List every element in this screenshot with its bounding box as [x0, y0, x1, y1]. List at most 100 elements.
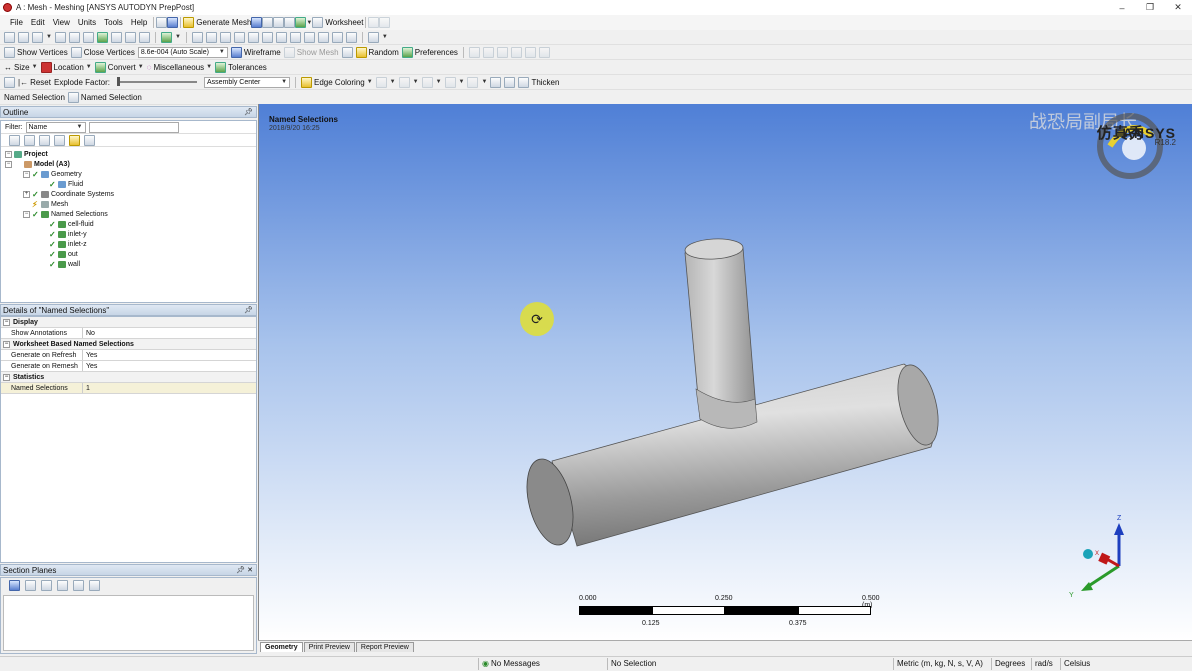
select-icon[interactable]: [167, 17, 179, 28]
miscellaneous-button[interactable]: ◌ Miscellaneous ▼: [147, 63, 212, 72]
details-row-show-annotations[interactable]: Show Annotations No: [1, 328, 256, 339]
edge-style1-icon[interactable]: [375, 76, 387, 88]
tab-geometry[interactable]: Geometry: [260, 642, 303, 652]
details-row-generate-on-remesh[interactable]: Generate on Remesh Yes: [1, 361, 256, 372]
named-selection-button[interactable]: Named Selection: [67, 91, 142, 103]
random-button[interactable]: Random: [355, 46, 399, 58]
extend-icon[interactable]: [110, 31, 122, 43]
menu-units[interactable]: Units: [74, 18, 100, 27]
menu-view[interactable]: View: [49, 18, 74, 27]
collapse-toggle[interactable]: −: [5, 150, 12, 158]
step-icon[interactable]: [39, 134, 50, 146]
help-cursor-icon[interactable]: [368, 17, 380, 28]
tree-item-cell-fluid[interactable]: ✓ cell-fluid: [1, 219, 256, 229]
section-planes-list[interactable]: [3, 595, 254, 651]
tolerances-button[interactable]: Tolerances: [215, 61, 267, 73]
zoom-fit-icon[interactable]: [247, 31, 259, 43]
rotate-icon[interactable]: [191, 31, 203, 43]
edge-coloring-button[interactable]: Edge Coloring ▼: [301, 76, 373, 88]
bracket-icon[interactable]: [504, 76, 516, 88]
mesh-icon[interactable]: [262, 17, 274, 28]
iso-view-icon[interactable]: [303, 31, 315, 43]
edit-plane-icon[interactable]: [25, 579, 36, 591]
collapse-toggle[interactable]: −: [5, 160, 12, 168]
thicken-button[interactable]: Thicken: [518, 76, 559, 88]
menu-help[interactable]: Help: [127, 18, 151, 27]
tag-icon[interactable]: [379, 17, 391, 28]
vertex-select-icon[interactable]: [4, 31, 15, 43]
print-icon[interactable]: [345, 31, 357, 43]
graphics-viewport[interactable]: Named Selections 2018/9/20 16:25 战恐局副局长 …: [258, 104, 1192, 640]
tree-item-project[interactable]: − Project: [1, 149, 256, 159]
copy-icon[interactable]: [68, 31, 80, 43]
folder-icon[interactable]: [69, 134, 80, 146]
details-row-named-selections[interactable]: Named Selections 1: [1, 383, 256, 394]
previous-view-icon[interactable]: [275, 31, 287, 43]
filter-combo[interactable]: Name ▼: [25, 121, 86, 133]
edge-style4-icon[interactable]: [444, 76, 456, 88]
image-icon[interactable]: [295, 17, 307, 28]
minimize-button[interactable]: –: [1108, 0, 1136, 15]
show-mesh-button[interactable]: Show Mesh: [283, 46, 339, 58]
reset-button[interactable]: |← Reset: [18, 78, 51, 87]
tree-item-named-selections[interactable]: − ✓ Named Selections: [1, 209, 256, 219]
pin-close-icons[interactable]: 📌︎ ✕: [236, 566, 256, 574]
pin-icon[interactable]: [490, 76, 502, 88]
reset-view-icon[interactable]: [331, 31, 343, 43]
zoom-box-icon[interactable]: [233, 31, 245, 43]
collapse-icon[interactable]: [24, 134, 35, 146]
status-temperature[interactable]: Celsius: [1064, 659, 1090, 668]
next-view-icon[interactable]: [289, 31, 301, 43]
details-section-display[interactable]: − Display: [1, 317, 256, 328]
details-section-worksheet[interactable]: − Worksheet Based Named Selections: [1, 339, 256, 350]
set-view-icon[interactable]: [317, 31, 329, 43]
menu-edit[interactable]: Edit: [27, 18, 49, 27]
align2-icon[interactable]: [482, 46, 494, 58]
tree-item-inlet-z[interactable]: ✓ inlet-z: [1, 239, 256, 249]
delete-plane-icon[interactable]: [41, 579, 52, 591]
align6-icon[interactable]: [538, 46, 550, 58]
body-select-icon[interactable]: [54, 31, 66, 43]
comment-icon[interactable]: [284, 17, 296, 28]
new-plane-icon[interactable]: [9, 579, 20, 591]
close-vertices-button[interactable]: Close Vertices: [70, 46, 135, 58]
tree-item-coordinate-systems[interactable]: + ✓ Coordinate Systems: [1, 189, 256, 199]
tab-print-preview[interactable]: Print Preview: [303, 642, 355, 652]
pipe-geometry[interactable]: [259, 104, 1192, 640]
location-button[interactable]: Location ▼: [40, 61, 92, 73]
tree-item-wall[interactable]: ✓ wall: [1, 259, 256, 269]
pan-icon[interactable]: [205, 31, 217, 43]
preferences-button[interactable]: Preferences: [401, 46, 458, 58]
tree-item-fluid[interactable]: ✓ Fluid: [1, 179, 256, 189]
edge-style5-icon[interactable]: [467, 76, 479, 88]
face-select-icon[interactable]: [32, 31, 43, 43]
tree-item-model[interactable]: − Model (A3): [1, 159, 256, 169]
size-button[interactable]: ↔ Size ▼: [4, 63, 38, 72]
annotation-icon[interactable]: [273, 17, 285, 28]
edge-style2-icon[interactable]: [398, 76, 410, 88]
tree-item-mesh[interactable]: ⚡︎ Mesh: [1, 199, 256, 209]
viewports-icon[interactable]: [367, 31, 379, 43]
filter-search-input[interactable]: [88, 121, 179, 133]
adjacent-icon[interactable]: [124, 31, 136, 43]
zoom-icon[interactable]: [219, 31, 231, 43]
mesh-display-icon[interactable]: [341, 46, 353, 58]
collapse-toggle[interactable]: −: [23, 210, 30, 218]
status-rate[interactable]: rad/s: [1035, 659, 1053, 668]
explode-icon[interactable]: [4, 76, 15, 88]
select-mode-icon[interactable]: [160, 31, 172, 43]
tab-report-preview[interactable]: Report Preview: [355, 642, 414, 652]
status-units[interactable]: Metric (m, kg, N, s, V, A): [897, 659, 983, 668]
show-vertices-button[interactable]: Show Vertices: [4, 46, 68, 58]
status-messages[interactable]: ◉ No Messages: [482, 659, 540, 668]
plane-options-icon[interactable]: [89, 579, 100, 591]
show-plane-icon[interactable]: [57, 579, 68, 591]
collapse-toggle[interactable]: −: [23, 170, 30, 178]
sort-icon[interactable]: [84, 134, 95, 146]
convert-button[interactable]: Convert ▼: [94, 61, 144, 73]
magnifier-icon[interactable]: [261, 31, 273, 43]
menu-file[interactable]: File: [6, 18, 27, 27]
limits-icon[interactable]: [138, 31, 150, 43]
expand-icon[interactable]: [9, 134, 20, 146]
tree-filter-icon[interactable]: [54, 134, 65, 146]
